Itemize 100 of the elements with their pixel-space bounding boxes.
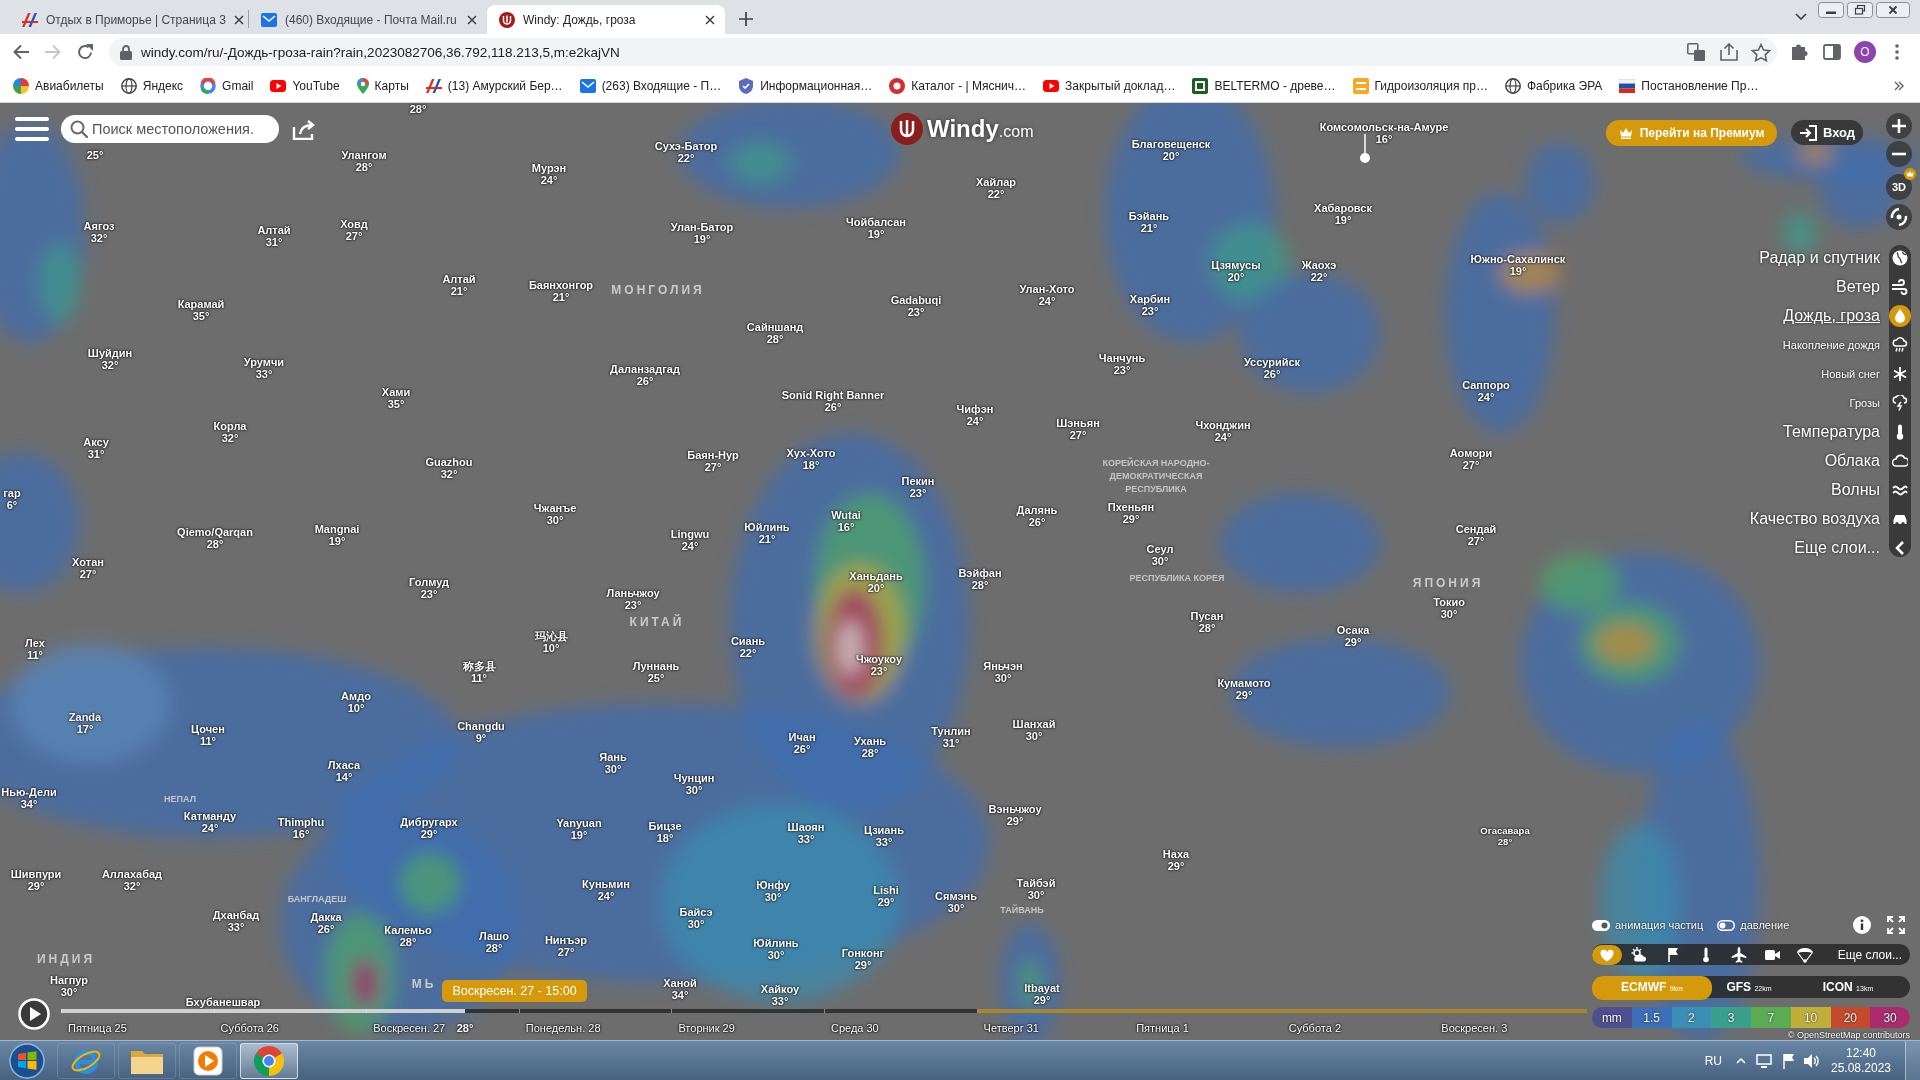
- close-icon[interactable]: [233, 14, 244, 25]
- minimize-icon[interactable]: [1818, 2, 1844, 18]
- start-icon[interactable]: [9, 1042, 45, 1079]
- day-label[interactable]: Среда 30: [830, 1022, 879, 1035]
- address-bar[interactable]: windy.com/ru/-Дождь-гроза-rain?rain,2023082706,36.792,118.213,5,m:e2kajVN: [109, 38, 1777, 66]
- bookmark-item[interactable]: Каталог - | Мяснич…: [889, 78, 1027, 94]
- reload-icon[interactable]: [77, 44, 93, 60]
- more-layers-link[interactable]: Еще слои...: [1837, 947, 1902, 962]
- layer-menu-item[interactable]: Ветер: [1836, 272, 1911, 301]
- share-icon[interactable]: [1720, 43, 1738, 61]
- close-icon[interactable]: [705, 14, 715, 25]
- search-field[interactable]: Поиск местоположения.: [61, 115, 279, 143]
- puzzle-icon[interactable]: [1791, 43, 1809, 61]
- taskbar-button[interactable]: [57, 1042, 115, 1079]
- city-name: Аомори: [1449, 447, 1493, 459]
- language-indicator[interactable]: RU: [1704, 1053, 1722, 1068]
- bookmark-item[interactable]: BELTERMO - древе…: [1192, 78, 1336, 94]
- zoom-in-icon[interactable]: [1886, 113, 1912, 139]
- more-icon[interactable]: [1895, 44, 1899, 60]
- layer-menu-item[interactable]: Новый снег: [1821, 359, 1911, 388]
- menu-icon[interactable]: [14, 116, 50, 142]
- bookmark-item[interactable]: Фабрика ЭРА: [1504, 78, 1603, 94]
- city-name: Яньчэн: [983, 660, 1023, 672]
- day-label[interactable]: Пятница 25: [68, 1022, 127, 1035]
- bookmark-item[interactable]: Информационная…: [738, 78, 873, 94]
- city-name: Itbayat: [1024, 982, 1060, 994]
- day-label[interactable]: Суббота 26: [220, 1022, 279, 1035]
- layer-menu-item[interactable]: Еще слои...: [1794, 533, 1911, 562]
- timeline-track[interactable]: [61, 1009, 1587, 1013]
- day-label[interactable]: Пятница 1: [1136, 1022, 1189, 1035]
- clock-date[interactable]: 25.08.2023: [1830, 1060, 1892, 1076]
- city-name: Южно-Сахалинск: [1470, 253, 1566, 265]
- clock-time[interactable]: 12:40: [1846, 1045, 1876, 1061]
- city-name: Юйлинь: [744, 521, 790, 533]
- star-icon[interactable]: [1751, 42, 1771, 62]
- city-name: Хух-Хото: [786, 447, 836, 459]
- taskbar-button[interactable]: [179, 1042, 237, 1079]
- day-label[interactable]: Четверг 31: [983, 1022, 1039, 1035]
- close-icon[interactable]: [467, 14, 477, 25]
- temperature-label: 11°: [200, 735, 216, 747]
- layer-menu-item[interactable]: Радар и спутник: [1759, 243, 1911, 272]
- bookmark-item[interactable]: (13) Амурский Бер…: [425, 78, 563, 94]
- browser-tab[interactable]: Windy: Дождь, гроза: [487, 5, 725, 34]
- bookmark-item[interactable]: Гидроизоляция пр…: [1352, 78, 1488, 94]
- monitor-icon[interactable]: [1756, 1052, 1772, 1069]
- toggle-switch[interactable]: [1592, 919, 1610, 931]
- close-icon[interactable]: [1876, 2, 1910, 18]
- day-label[interactable]: Воскресен. 27: [373, 1022, 446, 1035]
- day-label[interactable]: Суббота 2: [1288, 1022, 1341, 1035]
- layer-menu-item[interactable]: Температура: [1783, 417, 1911, 446]
- layer-menu-item[interactable]: Дождь, гроза: [1783, 301, 1911, 330]
- lock-icon[interactable]: [120, 44, 132, 60]
- taskbar-button[interactable]: [118, 1042, 176, 1079]
- restore-icon[interactable]: [1847, 2, 1873, 18]
- city-name: Чжанъе: [533, 502, 577, 514]
- city-name: Чифэн: [956, 403, 994, 415]
- bookmark-item[interactable]: Авиабилеты: [13, 78, 104, 94]
- city-name: Сендай: [1455, 523, 1497, 535]
- globe-icon: [1504, 78, 1521, 94]
- translate-icon[interactable]: [1687, 43, 1705, 61]
- logo-icon: [425, 78, 442, 94]
- browser-tab[interactable]: Отдых в Приморье | Страница 3: [10, 5, 248, 34]
- day-label[interactable]: Понедельн. 28: [525, 1022, 601, 1035]
- play-icon[interactable]: [18, 998, 50, 1030]
- chevron-icon[interactable]: [1894, 81, 1904, 91]
- profile-button[interactable]: О: [1854, 41, 1876, 63]
- info-icon[interactable]: [1853, 916, 1871, 934]
- hurricane-icon[interactable]: [1886, 204, 1912, 230]
- bookmark-item[interactable]: Gmail: [200, 78, 254, 94]
- bookmark-item[interactable]: YouTube: [270, 79, 340, 93]
- layer-menu-item[interactable]: Волны: [1831, 475, 1911, 504]
- bookmark-item[interactable]: Карты: [356, 78, 409, 94]
- layer-menu-item[interactable]: Накопление дождя: [1782, 330, 1911, 359]
- login-button[interactable]: Вход: [1791, 120, 1863, 145]
- show-desktop-button[interactable]: [1905, 1041, 1920, 1080]
- temperature-label: 28°: [206, 538, 224, 550]
- zoom-out-icon[interactable]: [1886, 141, 1912, 167]
- temperature-label: 30°: [947, 902, 965, 914]
- share-icon[interactable]: [292, 119, 316, 140]
- bookmark-item[interactable]: (263) Входящие - П…: [579, 79, 722, 93]
- day-label[interactable]: Воскресен. 3: [1441, 1022, 1508, 1035]
- back-icon[interactable]: [13, 44, 29, 60]
- caret-icon[interactable]: [1795, 13, 1807, 20]
- toggle-switch[interactable]: [1717, 919, 1736, 931]
- day-label[interactable]: Вторник 29: [678, 1022, 735, 1035]
- bookmark-item[interactable]: Закрытый доклад…: [1043, 79, 1176, 93]
- temperature-label: 31°: [87, 448, 105, 460]
- taskbar-button[interactable]: [240, 1042, 298, 1079]
- browser-tab[interactable]: (460) Входящие - Почта Mail.ru: [249, 5, 487, 34]
- temperature-label: 19°: [867, 228, 885, 240]
- plus-icon[interactable]: [739, 12, 753, 26]
- speaker-icon[interactable]: [1803, 1052, 1819, 1069]
- side-panel-icon[interactable]: [1823, 44, 1841, 60]
- layer-menu-item[interactable]: Грозы: [1849, 388, 1911, 417]
- fullscreen-icon[interactable]: [1887, 916, 1905, 934]
- bookmark-item[interactable]: Яндекс: [120, 78, 184, 94]
- layer-menu-item[interactable]: Облака: [1824, 446, 1911, 475]
- layer-menu-item[interactable]: Качество воздуха: [1749, 504, 1911, 533]
- temperature-label: 31°: [942, 737, 960, 749]
- bookmark-item[interactable]: Постановление Пр…: [1619, 79, 1759, 93]
